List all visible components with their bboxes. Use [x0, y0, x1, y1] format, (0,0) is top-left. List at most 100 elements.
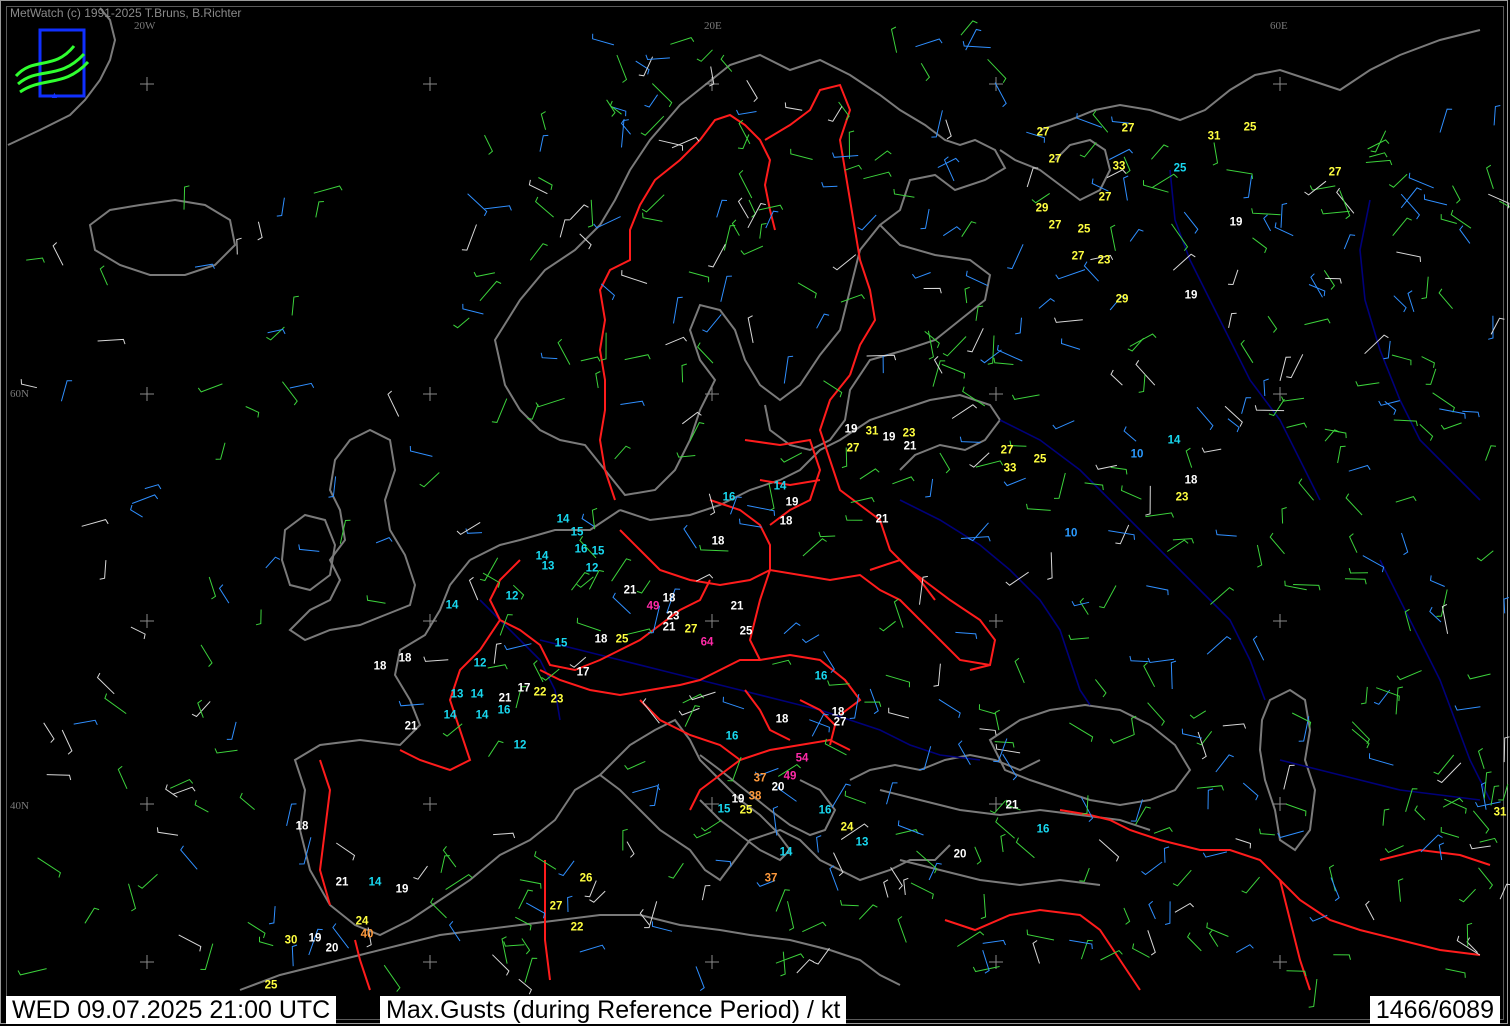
border-finland-russia [818, 374, 997, 671]
wind-barb [1286, 354, 1304, 379]
wind-barb [802, 538, 827, 557]
wind-barb [1251, 208, 1281, 216]
wind-barb [259, 936, 274, 947]
wind-barb [996, 344, 1023, 362]
wind-barb [1026, 503, 1051, 511]
wind-barb [1079, 867, 1090, 882]
wind-barb [802, 921, 827, 933]
wind-barb [964, 286, 970, 304]
wind-barb [479, 280, 502, 302]
wind-barb [1280, 202, 1288, 228]
wind-barb [982, 939, 1006, 946]
gust-label: 15 [591, 545, 605, 558]
wind-barb [1047, 552, 1053, 580]
gust-label: 25 [1033, 453, 1047, 466]
wind-barb [519, 879, 542, 889]
wind-barb [1170, 660, 1177, 690]
gust-label: 21 [623, 584, 637, 597]
wind-barb [1421, 356, 1435, 368]
wind-barb [97, 338, 126, 345]
wind-barb [797, 282, 817, 299]
wind-barb [1210, 586, 1234, 605]
wind-barb [967, 328, 984, 353]
wind-barb [172, 786, 196, 795]
gust-label: 31 [865, 425, 879, 438]
wind-barb [194, 799, 209, 813]
gust-label: 16 [814, 670, 828, 683]
wind-barb [1079, 597, 1089, 615]
wind-barb [1143, 662, 1156, 688]
wind-barb [1458, 888, 1476, 903]
gust-label: 13 [450, 688, 464, 701]
gust-label: 25 [1173, 162, 1187, 175]
wind-barb [747, 505, 775, 516]
wind-barb [644, 94, 659, 108]
wind-barb [1147, 657, 1175, 664]
wind-barb [208, 576, 217, 600]
graticule-cross [705, 614, 719, 628]
wind-barb [1437, 762, 1462, 784]
wind-barb [775, 889, 790, 912]
wind-barb [688, 271, 710, 283]
wind-barb [298, 544, 320, 552]
gust-label: 16 [722, 491, 736, 504]
wind-barb [942, 336, 967, 357]
wind-barb [1129, 655, 1149, 663]
graticule-cross [1273, 77, 1287, 91]
wind-barb [1323, 270, 1336, 290]
wind-barb [521, 938, 531, 955]
gust-label: 18 [775, 713, 789, 726]
wind-barb [1309, 185, 1336, 191]
gust-label: 37 [764, 872, 778, 885]
gust-label: 20 [325, 942, 339, 955]
wind-barb [1212, 142, 1219, 166]
wind-barb [409, 445, 433, 457]
wind-barb [1226, 169, 1253, 179]
wind-barb [1336, 187, 1355, 214]
wind-barb [1129, 228, 1144, 242]
wind-barb [931, 110, 943, 138]
wind-barb [920, 208, 930, 230]
wind-barb [579, 944, 606, 953]
wind-barb [783, 355, 794, 384]
copyright-text: MetWatch (c) 1991-2025 T.Bruns, B.Richte… [10, 6, 242, 20]
wind-barb [1263, 214, 1272, 232]
wind-barb [1503, 597, 1509, 614]
wind-barb [1222, 723, 1247, 729]
gust-label: 19 [882, 431, 896, 444]
gust-label: 24 [840, 821, 854, 834]
wind-barb [1360, 686, 1368, 705]
wind-barb [255, 609, 262, 626]
wind-barb [920, 62, 931, 82]
gust-label: 31 [1207, 130, 1221, 143]
wind-barb [557, 338, 571, 365]
wind-barb [1407, 290, 1415, 313]
wind-barb [844, 790, 866, 804]
wind-barb [1115, 524, 1130, 545]
wind-barb [375, 536, 393, 544]
wind-barb [1206, 635, 1232, 655]
wind-barb [955, 631, 978, 639]
wind-barb [1242, 782, 1259, 801]
weather-map[interactable] [0, 0, 1510, 1026]
gust-label: 13 [855, 836, 869, 849]
border-norway-sweden [598, 113, 776, 501]
wind-barb [632, 785, 661, 794]
coast-caspian [1258, 688, 1317, 852]
wind-barb [567, 895, 573, 913]
gust-label: 49 [646, 600, 660, 613]
gust-label: 27 [549, 900, 563, 913]
wind-barb [291, 944, 298, 967]
wind-barb [20, 379, 38, 389]
graticule-cross [423, 77, 437, 91]
wind-barb [1304, 318, 1331, 326]
wind-barb [780, 951, 786, 977]
wind-barb [965, 270, 988, 287]
wind-barb [651, 83, 673, 108]
wind-barb [1477, 747, 1485, 769]
wind-barb [558, 860, 575, 877]
wind-barb [1138, 374, 1146, 393]
wind-barb [467, 193, 488, 217]
wind-barb [701, 885, 711, 901]
wind-barb [440, 855, 450, 873]
